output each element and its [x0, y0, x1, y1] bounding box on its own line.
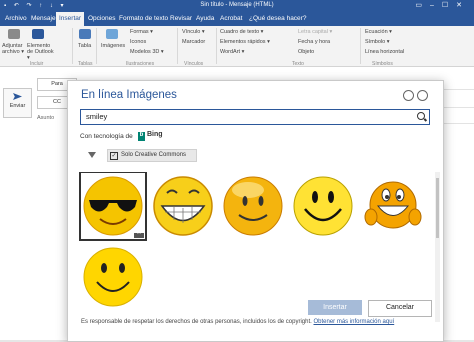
bing-logo: b Bing: [138, 131, 163, 141]
scrollbar-thumb[interactable]: [436, 178, 439, 238]
tab-opciones[interactable]: Opciones: [85, 12, 118, 26]
tab-mensaje[interactable]: Mensaje: [28, 12, 59, 26]
smiley-orange-smile-icon: [223, 176, 283, 236]
send-label: Enviar: [9, 103, 26, 109]
close-button[interactable]: ✕: [456, 2, 470, 9]
subject-label: Asunto: [37, 115, 55, 121]
learn-more-link[interactable]: Obtener más información aquí: [313, 319, 394, 325]
3d-models-button[interactable]: Modelos 3D ▾: [130, 49, 164, 55]
ribbon-display-icon[interactable]: ▭: [415, 2, 430, 9]
outlook-item-icon: [32, 29, 44, 39]
tab-archivo[interactable]: Archivo: [2, 12, 30, 26]
divider: [177, 28, 178, 64]
more-options-button[interactable]: ···: [134, 232, 144, 238]
checkbox-checked-icon[interactable]: ✓: [110, 152, 118, 160]
divider: [360, 28, 361, 64]
divider: [72, 28, 73, 64]
insert-button[interactable]: Insertar: [308, 300, 362, 315]
bookmark-button[interactable]: Marcador: [182, 39, 205, 45]
tab-acrobat[interactable]: Acrobat: [217, 12, 245, 26]
date-time-button[interactable]: Fecha y hora: [298, 39, 330, 45]
ribbon-tabs: Archivo Mensaje Insertar Opciones Format…: [0, 12, 474, 26]
horizontal-line-button[interactable]: Línea horizontal: [365, 49, 404, 55]
powered-by-label: Con tecnología de: [80, 133, 133, 140]
smiley-classic-icon: [293, 176, 353, 236]
text-box-button[interactable]: Cuadro de texto ▾: [220, 29, 263, 35]
tab-revisar[interactable]: Revisar: [167, 12, 195, 26]
paperclip-icon: [8, 29, 20, 39]
maximize-button[interactable]: ☐: [442, 2, 456, 9]
frown-feedback-icon[interactable]: [417, 90, 428, 101]
filter-icon[interactable]: [88, 152, 96, 158]
title-bar: ▪ ↶ ↷ ↑ ↓ ▾ Sin título - Mensaje (HTML) …: [0, 0, 474, 12]
window-controls[interactable]: ▭–☐✕: [415, 1, 470, 9]
dialog-title: En línea Imágenes: [81, 89, 177, 101]
divider: [96, 28, 97, 64]
window-title: Sin título - Mensaje (HTML): [200, 2, 274, 8]
notice-text: Es responsable de respetar los derechos …: [81, 319, 312, 325]
copyright-notice: Es responsable de respetar los derechos …: [81, 319, 394, 325]
table-icon: [79, 29, 91, 39]
tab-formato-texto[interactable]: Formato de texto: [116, 12, 171, 26]
table-button[interactable]: Tabla: [78, 43, 91, 49]
symbol-button[interactable]: Símbolo ▾: [365, 39, 389, 45]
results-grid: ···: [79, 172, 434, 317]
smiley-flat-icon: [83, 247, 143, 307]
smiley-laughing-hands-icon: [364, 181, 422, 229]
search-icon[interactable]: [417, 112, 425, 120]
smiley-big-grin-icon: [153, 176, 213, 236]
send-button[interactable]: Enviar: [3, 88, 32, 118]
tab-insertar[interactable]: Insertar: [56, 12, 85, 26]
smiley-sunglasses-icon: [83, 176, 143, 236]
drop-cap-button[interactable]: Letra capital ▾: [298, 29, 332, 35]
result-image[interactable]: [151, 173, 215, 239]
picture-icon: [106, 29, 118, 39]
link-button[interactable]: Vínculo ▾: [182, 29, 205, 35]
online-pictures-dialog: En línea Imágenes smiley Con tecnología …: [67, 80, 444, 342]
search-value: smiley: [86, 112, 108, 121]
ribbon: Adjuntar archivo ▾ Elemento de Outlook ▾…: [0, 26, 474, 67]
results-scrollbar[interactable]: [435, 172, 440, 322]
attach-file-button[interactable]: Adjuntar archivo ▾: [2, 43, 26, 55]
cancel-button[interactable]: Cancelar: [368, 300, 432, 317]
result-image[interactable]: [221, 173, 285, 239]
quick-parts-button[interactable]: Elementos rápidos ▾: [220, 39, 270, 45]
object-button[interactable]: Objeto: [298, 49, 314, 55]
result-image[interactable]: [81, 244, 145, 310]
shapes-button[interactable]: Formas ▾: [130, 29, 153, 35]
bing-label: Bing: [147, 131, 163, 138]
bing-icon: b: [138, 132, 145, 141]
icons-button[interactable]: Iconos: [130, 39, 146, 45]
send-icon: [13, 93, 22, 100]
minimize-button[interactable]: –: [430, 2, 442, 9]
wordart-button[interactable]: WordArt ▾: [220, 49, 244, 55]
tell-me-search[interactable]: ¿Qué desea hacer?: [246, 12, 309, 26]
search-input[interactable]: smiley: [80, 109, 430, 125]
pictures-button[interactable]: Imágenes: [101, 43, 125, 49]
outlook-item-button[interactable]: Elemento de Outlook ▾: [27, 43, 55, 61]
smile-feedback-icon[interactable]: [403, 90, 414, 101]
result-image[interactable]: [361, 173, 425, 239]
result-image[interactable]: ···: [79, 172, 147, 241]
divider: [216, 28, 217, 64]
tab-ayuda[interactable]: Ayuda: [193, 12, 217, 26]
creative-commons-label: Solo Creative Commons: [121, 152, 187, 158]
result-image[interactable]: [291, 173, 355, 239]
creative-commons-filter[interactable]: ✓ Solo Creative Commons: [107, 149, 197, 162]
equation-button[interactable]: Ecuación ▾: [365, 29, 392, 35]
